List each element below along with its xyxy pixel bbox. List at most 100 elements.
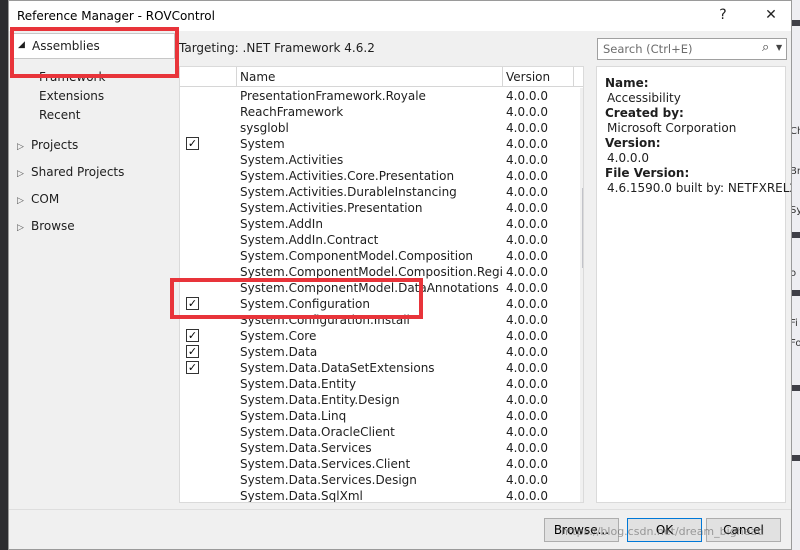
table-row[interactable]: System.Data.Services 4.0.0.0 [180,440,580,456]
nav-item-com[interactable]: ▷ COM [17,192,59,206]
row-checkbox[interactable]: ✓ [186,137,199,150]
row-assembly-name: System.Activities.Core.Presentation [240,169,455,183]
details-pane: Name: Accessibility Created by: Microsof… [596,66,791,503]
row-assembly-name: System.AddIn [240,217,323,231]
detail-file-version-value: 4.6.1590.0 built by: NETFXREL2 [607,181,792,195]
row-assembly-version: 4.0.0.0 [506,473,548,487]
row-assembly-name: System.Configuration.Install [240,313,410,327]
nav-item-shared-projects[interactable]: ▷ Shared Projects [17,165,124,179]
table-row[interactable]: System.Activities 4.0.0.0 [180,152,580,168]
row-assembly-version: 4.0.0.0 [506,201,548,215]
row-assembly-name: System.ComponentModel.Composition [240,249,474,263]
row-assembly-version: 4.0.0.0 [506,361,548,375]
row-assembly-version: 4.0.0.0 [506,297,548,311]
column-separator[interactable] [502,67,503,87]
chevron-down-icon[interactable]: ▼ [776,43,782,52]
search-placeholder: Search (Ctrl+E) [603,42,693,56]
column-separator[interactable] [573,67,574,87]
row-assembly-version: 4.0.0.0 [506,393,548,407]
row-checkbox[interactable]: ✓ [186,297,199,310]
scrollbar-thumb[interactable] [582,188,583,268]
table-row[interactable]: ✓ System.Configuration 4.0.0.0 [180,296,580,312]
window-title: Reference Manager - ROVControl [17,9,215,23]
table-row[interactable]: System.AddIn.Contract 4.0.0.0 [180,232,580,248]
row-assembly-version: 4.0.0.0 [506,121,548,135]
nav-item-label: Browse [31,219,75,233]
table-row[interactable]: System.Data.OracleClient 4.0.0.0 [180,424,580,440]
row-assembly-name: System.Data.SqlXml [240,489,363,503]
vertical-scrollbar[interactable] [580,88,583,502]
table-row[interactable]: System.Activities.DurableInstancing 4.0.0… [180,184,580,200]
row-checkbox[interactable]: ✓ [186,329,199,342]
table-row[interactable]: ReachFramework 4.0.0.0 [180,104,580,120]
table-row[interactable]: System.ComponentModel.Composition.Regist… [180,264,580,280]
row-assembly-name: System.Data.Services.Design [240,473,417,487]
nav-item-browse[interactable]: ▷ Browse [17,219,75,233]
help-button[interactable]: ? [713,5,733,25]
row-assembly-version: 4.0.0.0 [506,89,548,103]
targeting-label: Targeting: .NET Framework 4.6.2 [179,41,375,55]
row-checkbox[interactable]: ✓ [186,361,199,374]
table-row[interactable]: System.AddIn 4.0.0.0 [180,216,580,232]
table-row[interactable]: System.Data.Services.Design 4.0.0.0 [180,472,580,488]
search-icon[interactable]: ⌕ [762,40,769,55]
table-row[interactable]: PresentationFramework.Royale 4.0.0.0 [180,88,580,104]
detail-version-value: 4.0.0.0 [607,151,649,165]
row-assembly-version: 4.0.0.0 [506,409,548,423]
row-assembly-name: System.Core [240,329,317,343]
row-checkbox[interactable]: ✓ [186,345,199,358]
row-assembly-name: System.Data.Entity [240,377,357,391]
category-nav: ◢ Assemblies Framework Extensions Recent… [9,31,179,509]
table-row[interactable]: System.ComponentModel.Composition 4.0.0.0 [180,248,580,264]
row-assembly-version: 4.0.0.0 [506,169,548,183]
nav-sub-item-framework[interactable]: Framework [39,70,105,84]
row-assembly-name: ReachFramework [240,105,344,119]
table-row[interactable]: ✓ System.Data.DataSetExtensions 4.0.0.0 [180,360,580,376]
table-row[interactable]: ✓ System 4.0.0.0 [180,136,580,152]
collapsed-triangle-icon: ▷ [17,196,24,206]
table-row[interactable]: System.Configuration.Install 4.0.0.0 [180,312,580,328]
table-row[interactable]: System.Data.Linq 4.0.0.0 [180,408,580,424]
collapsed-triangle-icon: ▷ [17,169,24,179]
row-assembly-name: System.Data.Services [240,441,372,455]
column-separator[interactable] [236,67,237,87]
row-assembly-version: 4.0.0.0 [506,153,548,167]
row-assembly-version: 4.0.0.0 [506,217,548,231]
table-row[interactable]: System.Activities.Core.Presentation 4.0.0… [180,168,580,184]
detail-created-value: Microsoft Corporation [607,121,737,135]
row-assembly-version: 4.0.0.0 [506,377,548,391]
row-assembly-version: 4.0.0.0 [506,457,548,471]
nav-sub-item-recent[interactable]: Recent [39,108,80,122]
row-assembly-version: 4.0.0.0 [506,233,548,247]
detail-name-value: Accessibility [607,91,681,105]
row-assembly-version: 4.0.0.0 [506,265,548,279]
nav-item-projects[interactable]: ▷ Projects [17,138,78,152]
table-row[interactable]: System.Data.Entity 4.0.0.0 [180,376,580,392]
row-assembly-name: System.Activities.DurableInstancing [240,185,457,199]
column-header-name[interactable]: Name [240,70,275,84]
grid-rows: PresentationFramework.Royale 4.0.0.0 Reach… [180,88,580,503]
row-assembly-name: System.Data.Services.Client [240,457,411,471]
row-assembly-name: System.Data.Entity.Design [240,393,400,407]
table-row[interactable]: System.Data.SqlXml 4.0.0.0 [180,488,580,503]
nav-sub-item-extensions[interactable]: Extensions [39,89,104,103]
row-assembly-name: System.AddIn.Contract [240,233,379,247]
table-row[interactable]: System.ComponentModel.DataAnnotations 4.0… [180,280,580,296]
table-row[interactable]: sysglobl 4.0.0.0 [180,120,580,136]
row-assembly-name: System.ComponentModel.Composition.Regist… [240,265,502,279]
row-assembly-name: System.Activities [240,153,344,167]
row-assembly-version: 4.0.0.0 [506,425,548,439]
column-header-version[interactable]: Version [506,70,550,84]
table-row[interactable]: System.Data.Entity.Design 4.0.0.0 [180,392,580,408]
row-assembly-name: sysglobl [240,121,289,135]
table-row[interactable]: ✓ System.Data 4.0.0.0 [180,344,580,360]
nav-item-assemblies[interactable]: ◢ Assemblies [11,33,175,59]
table-row[interactable]: System.Data.Services.Client 4.0.0.0 [180,456,580,472]
search-input[interactable]: Search (Ctrl+E) ⌕ ▼ [597,38,787,60]
table-row[interactable]: System.Activities.Presentation 4.0.0.0 [180,200,580,216]
close-button[interactable]: ✕ [761,5,781,25]
nav-item-label: COM [31,192,60,206]
expanded-triangle-icon: ◢ [18,40,25,50]
assemblies-grid: Name Version PresentationFramework.Royal… [179,66,584,503]
table-row[interactable]: ✓ System.Core 4.0.0.0 [180,328,580,344]
